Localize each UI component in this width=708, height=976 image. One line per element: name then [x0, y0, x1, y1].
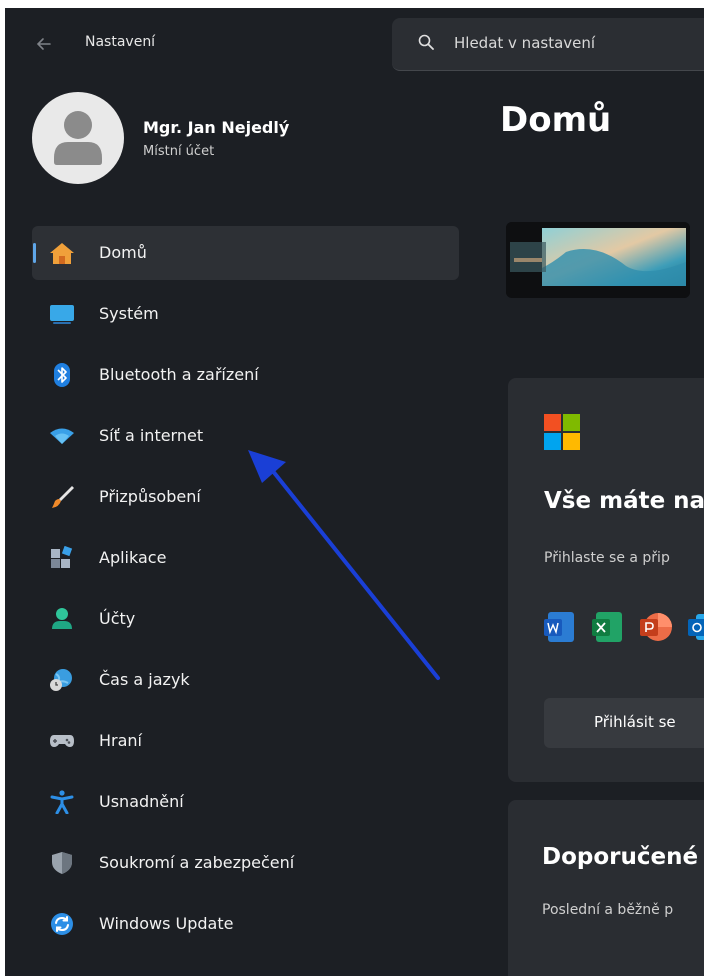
sidebar-item-personalization[interactable]: Přizpůsobení	[32, 470, 459, 524]
page-title: Domů	[500, 100, 612, 140]
desktop-wallpaper-preview[interactable]	[506, 222, 690, 298]
person-avatar-icon	[54, 111, 102, 165]
sidebar-nav: Domů Systém Bluetooth a zařízení Síť a i…	[32, 226, 459, 958]
wifi-icon	[50, 428, 74, 444]
sidebar-item-privacy-security[interactable]: Soukromí a zabezpečení	[32, 836, 459, 890]
system-display-icon	[50, 305, 74, 324]
screen-edge-left	[0, 0, 5, 976]
paintbrush-icon	[52, 486, 74, 508]
bluetooth-icon	[54, 363, 70, 387]
screen-edge-top	[0, 0, 708, 8]
gamepad-icon	[50, 735, 74, 747]
card-title: Doporučené	[542, 844, 699, 870]
microsoft-logo-icon	[544, 414, 580, 450]
sidebar-item-label: Hraní	[99, 731, 142, 750]
sidebar-item-label: Přizpůsobení	[99, 487, 201, 506]
sidebar-item-bluetooth[interactable]: Bluetooth a zařízení	[32, 348, 459, 402]
sidebar-item-label: Soukromí a zabezpečení	[99, 853, 295, 872]
search-placeholder: Hledat v nastavení	[454, 34, 596, 52]
excel-icon	[592, 612, 622, 642]
card-description: Poslední a běžně p	[542, 902, 674, 918]
person-icon	[52, 608, 72, 629]
sidebar-item-windows-update[interactable]: Windows Update	[32, 897, 459, 951]
office-app-icons	[544, 610, 708, 646]
powerpoint-icon	[640, 613, 672, 641]
sign-in-button[interactable]: Přihlásit se	[544, 698, 708, 748]
home-icon	[50, 243, 74, 264]
avatar[interactable]	[32, 92, 124, 184]
sidebar-item-label: Aplikace	[99, 548, 167, 567]
update-sync-icon	[51, 913, 73, 935]
shield-icon	[52, 852, 72, 874]
sidebar-item-network[interactable]: Síť a internet	[32, 409, 459, 463]
sidebar-item-label: Windows Update	[99, 914, 234, 933]
card-description: Přihlaste se a přip	[544, 550, 670, 566]
accessibility-icon	[50, 790, 74, 814]
sidebar-item-label: Usnadnění	[99, 792, 184, 811]
back-arrow-icon[interactable]	[30, 30, 58, 58]
sidebar-item-label: Účty	[99, 609, 136, 628]
search-input[interactable]: Hledat v nastavení	[392, 18, 708, 71]
word-icon	[544, 612, 574, 642]
recommended-settings-card: Doporučené Poslední a běžně p	[508, 800, 708, 976]
sidebar-item-label: Síť a internet	[99, 426, 204, 445]
card-title: Vše máte na	[544, 488, 706, 514]
search-icon	[418, 34, 434, 50]
account-type: Místní účet	[143, 144, 215, 159]
user-name: Mgr. Jan Nejedlý	[143, 118, 290, 137]
app-title: Nastavení	[85, 34, 156, 50]
active-indicator	[33, 243, 36, 263]
sign-in-button-label: Přihlásit se	[594, 713, 676, 731]
sidebar-item-label: Bluetooth a zařízení	[99, 365, 259, 384]
sidebar-item-label: Systém	[99, 304, 159, 323]
sidebar-item-time-language[interactable]: Čas a jazyk	[32, 653, 459, 707]
screen-edge-right	[704, 0, 708, 976]
globe-clock-icon	[50, 669, 72, 691]
wallpaper-thumbnail	[506, 222, 690, 298]
sidebar-item-accounts[interactable]: Účty	[32, 592, 459, 646]
sidebar-item-label: Čas a jazyk	[99, 670, 190, 689]
sidebar-item-label: Domů	[99, 243, 147, 262]
sidebar-item-home[interactable]: Domů	[32, 226, 459, 280]
sidebar-item-accessibility[interactable]: Usnadnění	[32, 775, 459, 829]
sidebar-item-system[interactable]: Systém	[32, 287, 459, 341]
microsoft-365-card: Vše máte na Přihlaste se a přip Přihlási…	[508, 378, 708, 782]
sidebar-item-apps[interactable]: Aplikace	[32, 531, 459, 585]
settings-window: Nastavení Hledat v nastavení Mgr. Jan Ne…	[0, 0, 708, 976]
apps-icon	[51, 546, 73, 568]
sidebar-item-gaming[interactable]: Hraní	[32, 714, 459, 768]
